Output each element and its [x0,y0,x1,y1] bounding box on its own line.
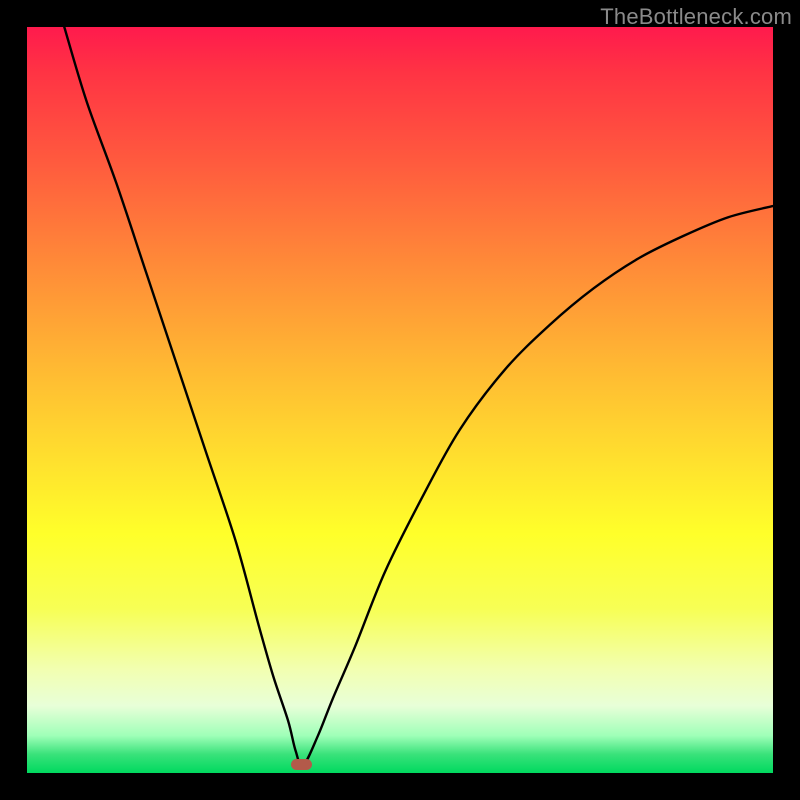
optimal-marker [291,759,312,770]
bottleneck-curve [27,27,773,773]
watermark-text: TheBottleneck.com [600,4,792,30]
plot-area [27,27,773,773]
